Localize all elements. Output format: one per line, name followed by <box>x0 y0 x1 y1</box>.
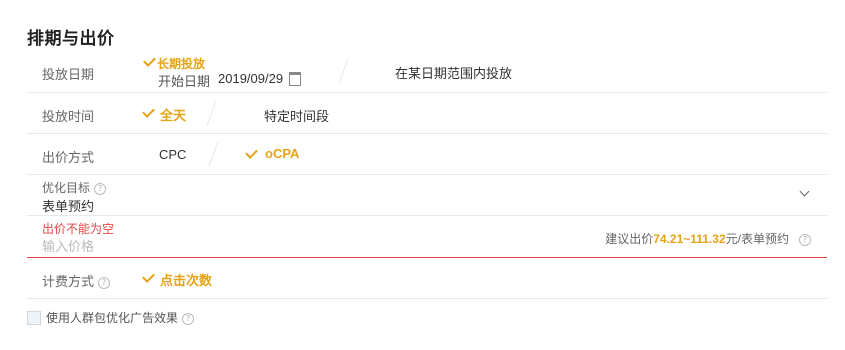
audience-checkbox[interactable] <box>27 311 41 325</box>
check-icon <box>142 270 155 283</box>
option-date-range[interactable]: 在某日期范围内投放 <box>395 63 512 82</box>
goal-value: 表单预约 <box>42 199 95 214</box>
price-input[interactable]: 输入价格 <box>42 236 94 255</box>
price-field[interactable]: 出价不能为空 输入价格 建议出价74.21~111.32元/表单预约? <box>27 216 827 258</box>
billing-label: 计费方式? <box>42 271 111 290</box>
help-icon[interactable]: ? <box>799 234 811 246</box>
divider <box>27 133 827 134</box>
suggest-prefix: 建议出价 <box>605 232 654 246</box>
check-icon <box>245 146 258 159</box>
help-icon[interactable]: ? <box>98 277 111 289</box>
option-specific-time[interactable]: 特定时间段 <box>264 106 329 125</box>
chevron-down-icon[interactable] <box>799 186 810 197</box>
goal-label: 优化目标? <box>42 179 107 196</box>
calendar-icon[interactable] <box>289 72 301 86</box>
option-all-day[interactable]: 全天 <box>142 105 193 123</box>
suggest-range: 74.21~111.32 <box>653 232 726 246</box>
goal-select[interactable]: 优化目标? 表单预约 <box>27 175 827 215</box>
option-ocpa-label: oCPA <box>265 146 300 161</box>
check-icon <box>143 54 156 67</box>
start-date-value[interactable]: 2019/09/29 <box>218 71 283 86</box>
help-icon[interactable]: ? <box>182 313 195 325</box>
divider <box>208 142 219 166</box>
divider <box>338 59 349 83</box>
suggested-bid: 建议出价74.21~111.32元/表单预约? <box>605 230 811 247</box>
section-title: 排期与出价 <box>27 29 115 48</box>
option-all-day-label: 全天 <box>160 108 187 123</box>
option-click-count[interactable]: 点击次数 <box>142 270 223 288</box>
divider <box>27 298 827 299</box>
start-date-label: 开始日期 <box>158 74 211 89</box>
divider <box>27 92 827 93</box>
option-long-term-label: 长期投放 <box>157 57 206 71</box>
option-cpc[interactable]: CPC <box>159 147 186 162</box>
price-error-text: 出价不能为空 <box>42 222 115 236</box>
goal-label-text: 优化目标 <box>42 181 91 195</box>
audience-checkbox-label: 使用人群包优化广告效果? <box>46 309 195 326</box>
schedule-date-label: 投放日期 <box>42 67 95 82</box>
option-ocpa[interactable]: oCPA <box>245 146 306 164</box>
schedule-time-label: 投放时间 <box>42 109 95 124</box>
check-icon <box>142 105 155 118</box>
suggest-suffix: 元/表单预约 <box>725 232 789 246</box>
option-click-count-label: 点击次数 <box>160 273 213 288</box>
help-icon[interactable]: ? <box>94 183 107 195</box>
billing-label-text: 计费方式 <box>42 274 95 289</box>
audience-checkbox-text: 使用人群包优化广告效果 <box>46 311 179 325</box>
divider <box>206 101 217 125</box>
bid-method-label: 出价方式 <box>42 150 95 165</box>
